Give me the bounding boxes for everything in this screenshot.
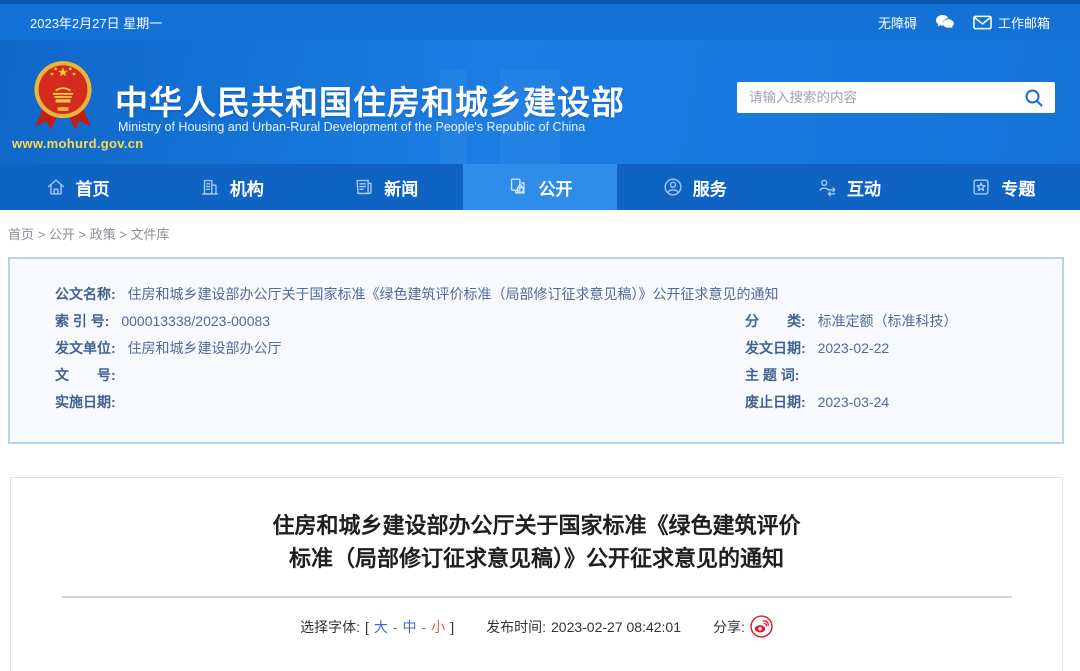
- search-icon: [1024, 88, 1044, 108]
- font-size-medium-button[interactable]: 中: [403, 617, 417, 637]
- font-chooser-label: 选择字体:: [300, 617, 360, 637]
- search-button[interactable]: [1021, 85, 1047, 111]
- nav-label: 首页: [76, 175, 110, 200]
- meta-row-category: 分 类: 标准定额（标准科技）: [745, 308, 1042, 335]
- national-emblem: [28, 58, 98, 136]
- meta-row-index-number: 索 引 号: 000013338/2023-00083: [55, 308, 745, 335]
- nav-item-topics[interactable]: 专题: [926, 164, 1080, 210]
- meta-label: 发文单位:: [55, 340, 116, 356]
- top-utility-bar: 2023年2月27日 星期一 无障碍 工作邮箱: [0, 0, 1080, 40]
- article-title: 住房和城乡建设部办公厅关于国家标准《绿色建筑评价 标准（局部修订征求意见稿）》公…: [11, 509, 1062, 575]
- site-header: www.mohurd.gov.cn 中华人民共和国住房和城乡建设部 Minist…: [0, 40, 1080, 164]
- current-date: 2023年2月27日 星期一: [30, 13, 162, 32]
- publish-time-label: 发布时间:: [486, 617, 546, 637]
- breadcrumb[interactable]: 首页 > 公开 > 政策 > 文件库: [0, 210, 1080, 257]
- disclosure-icon: [507, 176, 529, 198]
- meta-label: 发文日期:: [745, 340, 806, 356]
- article-panel: 住房和城乡建设部办公厅关于国家标准《绿色建筑评价 标准（局部修订征求意见稿）》公…: [10, 477, 1063, 671]
- meta-label: 索 引 号:: [55, 313, 109, 329]
- mailbox-label: 工作邮箱: [998, 13, 1050, 32]
- service-icon: [662, 176, 684, 198]
- meta-label: 主 题 词:: [745, 367, 799, 383]
- document-meta-panel: 公文名称: 住房和城乡建设部办公厅关于国家标准《绿色建筑评价标准（局部修订征求意…: [8, 257, 1064, 444]
- font-chooser-separator: -: [422, 619, 427, 635]
- search-input[interactable]: [749, 90, 1021, 105]
- publish-time: 发布时间: 2023-02-27 08:42:01: [486, 617, 681, 637]
- meta-row-issue-date: 发文日期: 2023-02-22: [745, 335, 1042, 362]
- nav-item-disclosure[interactable]: 公开: [463, 164, 617, 210]
- wechat-icon[interactable]: [935, 14, 955, 31]
- site-url: www.mohurd.gov.cn: [12, 136, 140, 151]
- article-title-line1: 住房和城乡建设部办公厅关于国家标准《绿色建筑评价: [11, 509, 1062, 542]
- meta-column-right: 分 类: 标准定额（标准科技） 发文日期: 2023-02-22 主 题 词: …: [745, 308, 1042, 416]
- meta-columns: 索 引 号: 000013338/2023-00083 发文单位: 住房和城乡建…: [55, 308, 1042, 416]
- interaction-icon: [816, 176, 838, 198]
- nav-label: 互动: [847, 175, 881, 200]
- meta-value-document-name: 住房和城乡建设部办公厅关于国家标准《绿色建筑评价标准（局部修订征求意见稿）》公开…: [128, 286, 779, 302]
- site-subtitle: Ministry of Housing and Urban-Rural Deve…: [118, 120, 585, 134]
- meta-label: 废止日期:: [745, 394, 806, 410]
- meta-row-keywords: 主 题 词:: [745, 362, 1042, 389]
- bracket-close: ]: [450, 619, 454, 635]
- meta-row-issuing-unit: 发文单位: 住房和城乡建设部办公厅: [55, 335, 745, 362]
- news-icon: [353, 176, 375, 198]
- meta-label: 分 类:: [745, 313, 806, 329]
- site-search: [737, 82, 1055, 113]
- nav-label: 公开: [538, 175, 572, 200]
- mail-icon: [973, 15, 992, 30]
- meta-row-repeal-date: 废止日期: 2023-03-24: [745, 389, 1042, 416]
- page: 2023年2月27日 星期一 无障碍 工作邮箱: [0, 0, 1080, 671]
- organization-icon: [199, 176, 221, 198]
- meta-label: 实施日期:: [55, 394, 116, 410]
- work-mailbox-link[interactable]: 工作邮箱: [973, 13, 1050, 32]
- nav-label: 专题: [1001, 175, 1035, 200]
- nav-item-organization[interactable]: 机构: [154, 164, 308, 210]
- meta-column-left: 索 引 号: 000013338/2023-00083 发文单位: 住房和城乡建…: [55, 308, 745, 416]
- share-controls: 分享:: [713, 615, 773, 638]
- article-title-line2: 标准（局部修订征求意见稿）》公开征求意见的通知: [11, 542, 1062, 575]
- site-title: 中华人民共和国住房和城乡建设部: [115, 76, 625, 124]
- nav-item-home[interactable]: 首页: [0, 164, 154, 210]
- article-meta-bar: 选择字体: [ 大 - 中 - 小 ] 发布时间: 2023-02-27 08:…: [11, 615, 1062, 638]
- topics-icon: [970, 176, 992, 198]
- bracket-open: [: [365, 619, 369, 635]
- nav-label: 新闻: [384, 175, 418, 200]
- meta-value: 2023-03-24: [818, 394, 890, 410]
- home-icon: [45, 176, 67, 198]
- meta-value: 000013338/2023-00083: [121, 313, 270, 329]
- nav-label: 机构: [230, 175, 264, 200]
- main-nav: 首页 机构 新闻 公开 服务 互动 专题: [0, 164, 1080, 210]
- font-size-small-button[interactable]: 小: [431, 617, 445, 637]
- font-size-large-button[interactable]: 大: [374, 617, 388, 637]
- meta-label: 公文名称:: [55, 286, 116, 302]
- publish-time-value: 2023-02-27 08:42:01: [551, 619, 681, 635]
- nav-item-news[interactable]: 新闻: [309, 164, 463, 210]
- meta-row-document-name: 公文名称: 住房和城乡建设部办公厅关于国家标准《绿色建筑评价标准（局部修订征求意…: [55, 281, 1042, 308]
- nav-item-interaction[interactable]: 互动: [771, 164, 925, 210]
- font-size-chooser: 选择字体: [ 大 - 中 - 小 ]: [300, 617, 454, 637]
- nav-label: 服务: [693, 175, 727, 200]
- font-chooser-separator: -: [393, 619, 398, 635]
- meta-value: 标准定额（标准科技）: [818, 313, 958, 329]
- breadcrumb-path: 首页 > 公开 > 政策 > 文件库: [8, 224, 169, 243]
- title-divider: [62, 596, 1012, 598]
- meta-value: 2023-02-22: [818, 340, 890, 356]
- accessibility-link[interactable]: 无障碍: [878, 13, 917, 32]
- share-label: 分享:: [713, 617, 745, 637]
- meta-row-implementation-date: 实施日期:: [55, 389, 745, 416]
- nav-item-service[interactable]: 服务: [617, 164, 771, 210]
- topbar-links: 无障碍 工作邮箱: [878, 13, 1050, 32]
- meta-value: 住房和城乡建设部办公厅: [128, 340, 282, 356]
- weibo-share-icon[interactable]: [750, 615, 773, 638]
- meta-label: 文 号:: [55, 367, 116, 383]
- meta-row-document-number: 文 号:: [55, 362, 745, 389]
